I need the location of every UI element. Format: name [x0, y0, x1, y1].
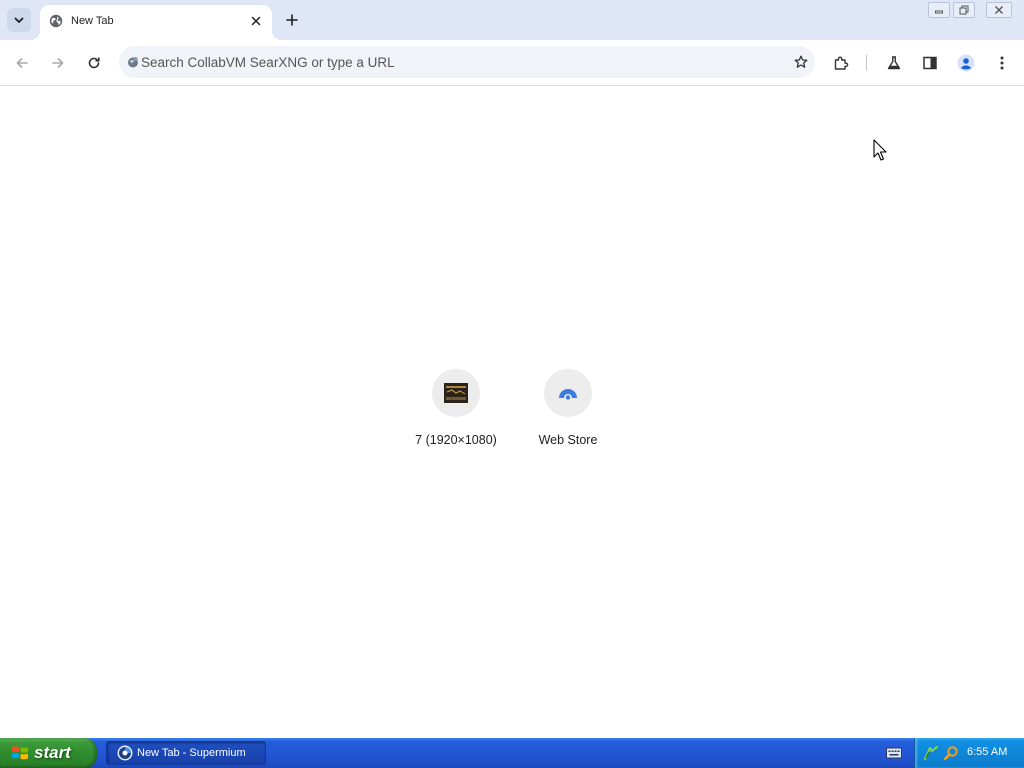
toolbar-separator	[866, 55, 867, 71]
tab-strip: New Tab	[0, 0, 1024, 40]
reload-icon	[88, 57, 100, 69]
profile-button[interactable]	[954, 51, 978, 75]
shortcut-tile-1920x1080[interactable]: 7 (1920×1080)	[406, 369, 506, 451]
tab-new-tab[interactable]: New Tab	[30, 5, 282, 40]
supermium-icon	[117, 745, 133, 761]
taskbar-item-supermium[interactable]: New Tab - Supermium	[106, 741, 266, 765]
back-button[interactable]	[10, 51, 34, 75]
close-window-button[interactable]	[986, 2, 1012, 18]
shortcut-icon-circle	[432, 369, 480, 417]
close-icon	[995, 6, 1003, 14]
minimize-icon	[935, 10, 943, 14]
extensions-button[interactable]	[829, 51, 853, 75]
tab-title: New Tab	[71, 15, 114, 27]
forward-button[interactable]	[46, 51, 70, 75]
start-label: start	[34, 743, 71, 762]
shortcut-label: 7 (1920×1080)	[415, 433, 497, 447]
star-icon	[794, 55, 808, 68]
shortcut-label: Web Store	[538, 433, 598, 447]
puzzle-icon	[834, 56, 849, 70]
chevron-down-icon	[14, 17, 24, 23]
restore-icon	[959, 5, 969, 15]
side-panel-button[interactable]	[918, 51, 942, 75]
browser-toolbar	[0, 40, 1024, 86]
new-tab-button[interactable]	[280, 8, 304, 32]
start-button[interactable]: start	[0, 738, 97, 768]
clock: 6:55 AM	[967, 746, 1008, 758]
bookmark-star-button[interactable]	[790, 51, 812, 73]
reload-button[interactable]	[82, 51, 106, 75]
tab-close-button[interactable]	[247, 12, 265, 30]
omnibox[interactable]	[119, 46, 815, 78]
tab-search-button[interactable]	[7, 8, 31, 32]
close-icon	[251, 16, 261, 26]
plus-icon	[286, 14, 298, 26]
labs-button[interactable]	[882, 51, 906, 75]
mouse-cursor-icon	[873, 139, 887, 161]
globe-icon	[49, 14, 63, 28]
taskbar: start New Tab - Supermium 6:55 AM	[0, 738, 1024, 768]
address-bar-input[interactable]	[141, 52, 761, 72]
keyboard-icon[interactable]	[886, 746, 902, 760]
flask-icon	[887, 56, 901, 70]
restore-button[interactable]	[953, 2, 975, 18]
network-icon[interactable]	[923, 745, 939, 761]
minimize-button[interactable]	[928, 2, 950, 18]
system-tray: 6:55 AM	[914, 738, 1024, 768]
web-store-icon	[559, 389, 577, 400]
search-engine-icon	[128, 57, 138, 68]
arrow-right-icon	[52, 58, 64, 68]
shortcut-icon-circle	[544, 369, 592, 417]
taskbar-item-label: New Tab - Supermium	[137, 747, 246, 759]
thumbnail-icon	[444, 383, 468, 403]
avatar-icon	[957, 54, 975, 72]
windows-logo-icon	[12, 746, 28, 760]
menu-button[interactable]	[990, 51, 1014, 75]
search-icon[interactable]	[943, 745, 959, 761]
arrow-left-icon	[16, 58, 28, 68]
kebab-menu-icon	[1000, 56, 1004, 70]
side-panel-icon	[923, 56, 937, 70]
shortcut-tile-web-store[interactable]: Web Store	[518, 369, 618, 451]
new-tab-page: 7 (1920×1080) Web Store	[0, 87, 1024, 738]
